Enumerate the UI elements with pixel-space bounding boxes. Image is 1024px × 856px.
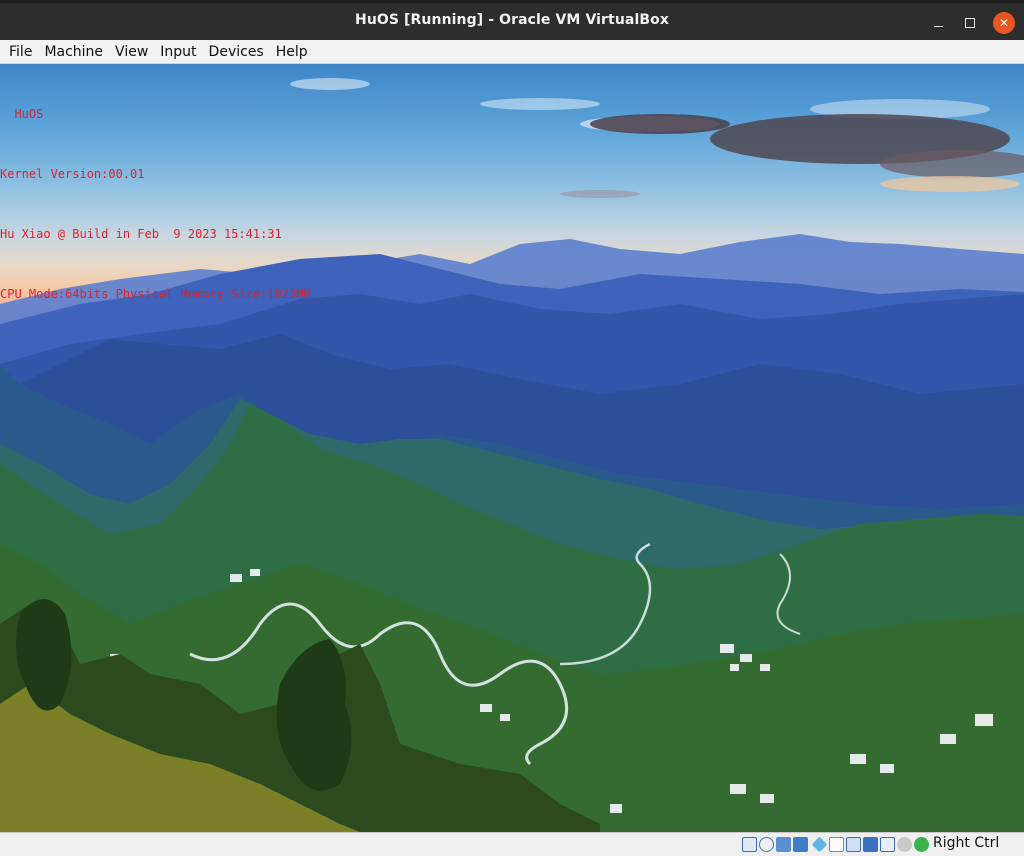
virtualization-icon[interactable] [880, 837, 895, 852]
menu-machine[interactable]: Machine [38, 40, 109, 64]
menu-view[interactable]: View [109, 40, 154, 64]
network-icon[interactable] [793, 837, 808, 852]
recording-icon[interactable] [863, 837, 878, 852]
mouse-integration-icon[interactable] [897, 837, 912, 852]
close-button[interactable]: ✕ [993, 12, 1015, 34]
console-line: HuOS [0, 107, 44, 121]
window-titlebar[interactable]: HuOS [Running] - Oracle VM VirtualBox ✕ [0, 0, 1024, 40]
guest-console: HuOS Kernel Version:00.01 Hu Xiao @ Buil… [0, 64, 311, 344]
console-line: Hu Xiao @ Build in Feb 9 2023 15:41:31 [0, 227, 282, 241]
window-title: HuOS [Running] - Oracle VM VirtualBox [355, 12, 669, 28]
shared-folders-icon[interactable] [829, 837, 844, 852]
close-icon: ✕ [998, 16, 1010, 30]
display-icon[interactable] [846, 837, 861, 852]
console-line: CPU Mode:64bits Physical Memory Size:102… [0, 287, 311, 301]
minimize-button[interactable] [927, 12, 949, 34]
host-key-label: Right Ctrl [933, 835, 1000, 851]
vm-display[interactable]: HuOS Kernel Version:00.01 Hu Xiao @ Buil… [0, 64, 1024, 832]
console-line: Kernel Version:00.01 [0, 167, 145, 181]
status-icons [742, 836, 931, 853]
menu-input[interactable]: Input [154, 40, 202, 64]
maximize-icon [965, 18, 975, 28]
hard-disk-icon[interactable] [742, 837, 757, 852]
keyboard-capture-icon[interactable] [914, 837, 929, 852]
minimize-icon [933, 25, 943, 28]
menu-bar: File Machine View Input Devices Help [0, 40, 1024, 64]
optical-drive-icon[interactable] [759, 837, 774, 852]
menu-devices[interactable]: Devices [203, 40, 270, 64]
status-bar: Right Ctrl [0, 832, 1024, 856]
menu-file[interactable]: File [3, 40, 38, 64]
menu-help[interactable]: Help [270, 40, 314, 64]
audio-icon[interactable] [776, 837, 791, 852]
maximize-button[interactable] [959, 12, 981, 34]
usb-icon[interactable] [811, 836, 828, 853]
